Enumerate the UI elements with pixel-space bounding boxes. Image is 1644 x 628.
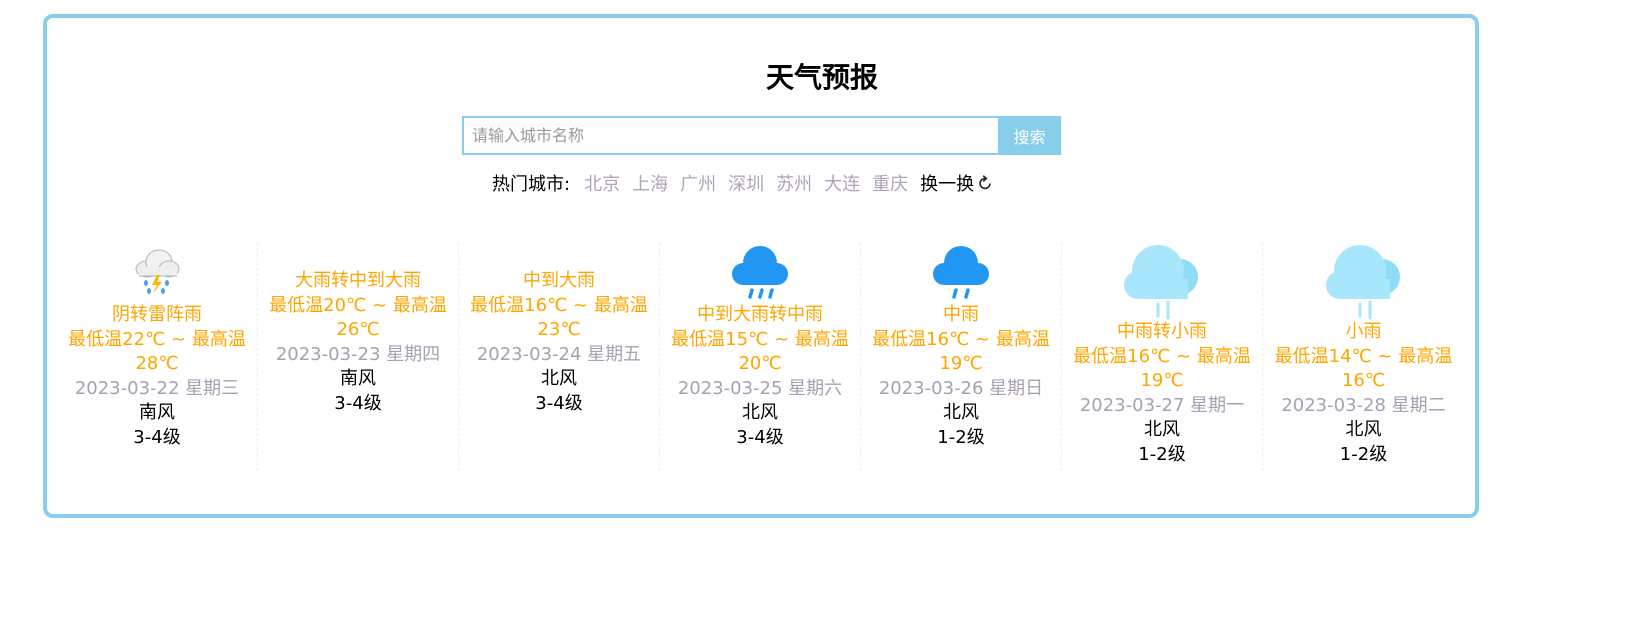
search-button[interactable]: 搜索: [998, 116, 1061, 155]
weather-condition: 阴转雷阵雨: [112, 304, 202, 325]
forecast-day: 中到大雨 最低温16℃ ~ 最高温 23℃ 2023-03-24 星期五 北风 …: [459, 243, 660, 471]
refresh-icon: [979, 175, 991, 190]
wind-level: 1-2级: [1138, 443, 1186, 465]
weather-condition: 中雨: [943, 304, 979, 325]
forecast-day: 小雨 最低温14℃ ~ 最高温 16℃ 2023-03-28 星期二 北风 1-…: [1263, 243, 1464, 471]
hot-city-shanghai[interactable]: 上海: [632, 170, 668, 196]
forecast-date: 2023-03-28 星期二: [1281, 394, 1446, 416]
temperature-range: 最低温15℃ ~ 最高温: [671, 328, 849, 350]
page-title: 天气预报: [765, 61, 878, 94]
forecast-date: 2023-03-23 星期四: [275, 343, 441, 365]
temperature-range: 最低温14℃ ~ 最高温: [1274, 345, 1453, 367]
temperature-high: 26℃: [336, 319, 380, 340]
forecast-date: 2023-03-22 星期三: [74, 377, 240, 399]
forecast-list: 阴转雷阵雨 最低温22℃ ~ 最高温 28℃ 2023-03-22 星期三 南风…: [57, 243, 1465, 471]
temperature-range: 最低温16℃ ~ 最高温: [470, 294, 648, 316]
temperature-high: 16℃: [1341, 370, 1386, 391]
moderate-rain-icon: [732, 246, 788, 299]
thunder-shower-icon: [135, 249, 180, 294]
refresh-cities-button[interactable]: 换一换: [920, 170, 994, 196]
forecast-day: 中到大雨转中雨 最低温15℃ ~ 最高温 20℃ 2023-03-25 星期六 …: [660, 243, 861, 471]
forecast-date: 2023-03-24 星期五: [476, 343, 642, 365]
weather-condition: 中到大雨转中雨: [697, 304, 823, 325]
temperature-high: 20℃: [738, 353, 782, 374]
wind-direction: 南风: [340, 368, 376, 389]
light-rain-icon: [1325, 245, 1400, 320]
temperature-range: 最低温16℃ ~ 最高温: [1073, 345, 1251, 367]
weather-condition: 中雨转小雨: [1117, 321, 1207, 342]
forecast-day: 大雨转中到大雨 最低温20℃ ~ 最高温 26℃ 2023-03-23 星期四 …: [258, 243, 459, 471]
temperature-high: 28℃: [135, 353, 179, 374]
hot-cities: 热门城市: 北京 上海 广州 深圳 苏州 大连 重庆 换一换: [492, 170, 994, 196]
hot-city-beijing[interactable]: 北京: [584, 170, 620, 196]
wind-level: 3-4级: [535, 392, 583, 414]
wind-direction: 南风: [139, 402, 175, 423]
hot-city-dalian[interactable]: 大连: [824, 170, 860, 196]
moderate-rain-icon: [933, 246, 989, 299]
refresh-label: 换一换: [920, 174, 975, 195]
wind-direction: 北风: [541, 368, 577, 389]
forecast-date: 2023-03-26 星期日: [878, 377, 1044, 399]
wind-level: 3-4级: [133, 426, 181, 448]
temperature-range: 最低温16℃ ~ 最高温: [872, 328, 1050, 350]
forecast-date: 2023-03-27 星期一: [1079, 394, 1245, 416]
weather-condition: 大雨转中到大雨: [295, 270, 421, 291]
temperature-high: 19℃: [939, 353, 983, 374]
temperature-range: 最低温22℃ ~ 最高温: [68, 328, 246, 350]
wind-level: 3-4级: [736, 426, 784, 448]
hot-city-shenzhen[interactable]: 深圳: [728, 170, 764, 196]
wind-direction: 北风: [943, 402, 979, 423]
weather-condition: 中到大雨: [523, 270, 595, 291]
city-search-input[interactable]: [462, 116, 998, 155]
forecast-day: 中雨转小雨 最低温16℃ ~ 最高温 19℃ 2023-03-27 星期一 北风…: [1062, 243, 1263, 471]
forecast-day: 中雨 最低温16℃ ~ 最高温 19℃ 2023-03-26 星期日 北风 1-…: [861, 243, 1062, 471]
search-bar: 搜索: [462, 116, 1061, 155]
hot-city-suzhou[interactable]: 苏州: [776, 170, 812, 196]
hot-cities-label: 热门城市:: [492, 174, 571, 195]
hot-city-chongqing[interactable]: 重庆: [872, 170, 908, 196]
wind-direction: 北风: [742, 402, 778, 423]
wind-direction: 北风: [1345, 419, 1382, 440]
forecast-date: 2023-03-25 星期六: [677, 377, 843, 399]
forecast-day: 阴转雷阵雨 最低温22℃ ~ 最高温 28℃ 2023-03-22 星期三 南风…: [57, 243, 258, 471]
light-rain-icon: [1124, 245, 1198, 320]
wind-level: 1-2级: [937, 426, 985, 448]
weather-condition: 小雨: [1345, 321, 1382, 342]
wind-direction: 北风: [1144, 419, 1180, 440]
temperature-range: 最低温20℃ ~ 最高温: [269, 294, 447, 316]
wind-level: 3-4级: [334, 392, 382, 414]
hot-city-guangzhou[interactable]: 广州: [680, 170, 716, 196]
wind-level: 1-2级: [1339, 443, 1388, 465]
temperature-high: 19℃: [1140, 370, 1184, 391]
temperature-high: 23℃: [537, 319, 581, 340]
